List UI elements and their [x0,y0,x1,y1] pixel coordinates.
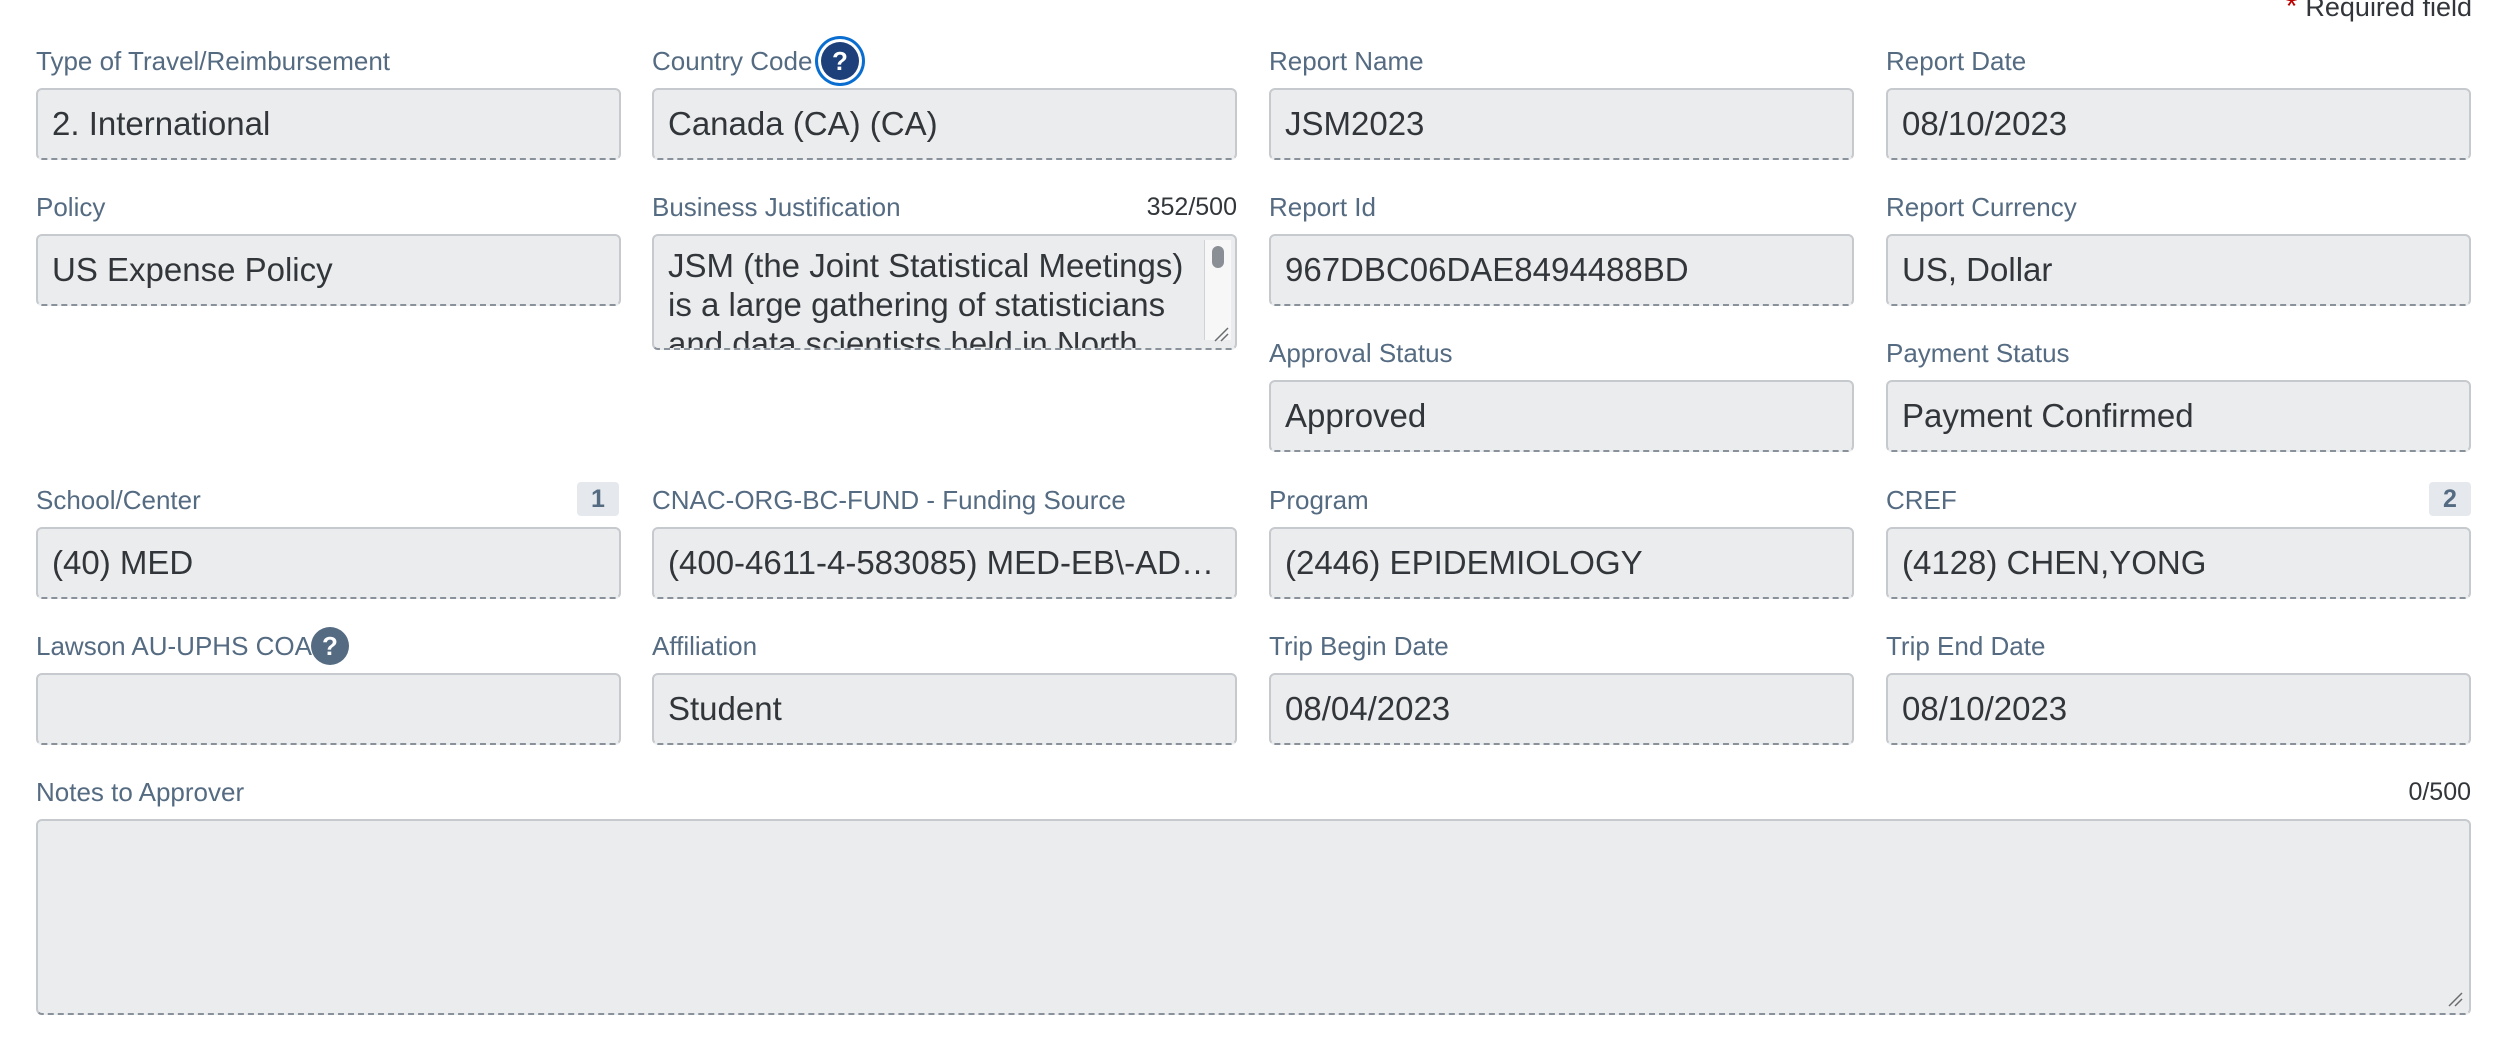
cref-field[interactable]: (4128) CHEN,YONG [1886,527,2471,599]
notes-to-approver-textarea[interactable] [36,819,2471,1015]
program-field[interactable]: (2446) EPIDEMIOLOGY [1269,527,1854,599]
school-center-label: School/Center [36,485,201,515]
cref-label: CREF [1886,485,1957,515]
business-justification-textarea[interactable]: JSM (the Joint Statistical Meetings) is … [652,234,1237,350]
funding-source-label: CNAC-ORG-BC-FUND - Funding Source [652,485,1126,515]
report-date-label: Report Date [1886,46,2027,76]
report-name-field[interactable]: JSM2023 [1269,88,1854,160]
textarea-scrollbar[interactable] [1204,240,1231,340]
travel-type-label: Type of Travel/Reimbursement [36,46,391,76]
question-mark-circle-icon[interactable]: ? [311,627,349,665]
notes-counter: 0/500 [2408,778,2471,806]
notes-to-approver-label: Notes to Approver [36,777,245,807]
required-field-note: * Required field [2286,0,2472,24]
trip-end-date-label: Trip End Date [1886,631,2046,661]
resize-handle-icon[interactable] [2447,991,2463,1007]
policy-field[interactable]: US Expense Policy [36,234,621,306]
affiliation-field[interactable]: Student [652,673,1237,745]
scroll-thumb[interactable] [1212,246,1224,268]
business-justification-label: Business Justification [652,192,901,222]
lawson-coa-label: Lawson AU-UPHS COA [36,631,312,661]
approval-status-field[interactable]: Approved [1269,380,1854,452]
notes-text [38,821,2469,831]
trip-begin-date-label: Trip Begin Date [1269,631,1449,661]
question-mark-circle-icon[interactable]: ? [821,42,859,80]
affiliation-label: Affiliation [652,631,758,661]
report-id-field[interactable]: 967DBC06DAE8494488BD [1269,234,1854,306]
business-justification-counter: 352/500 [1146,193,1237,221]
trip-begin-date-field[interactable]: 08/04/2023 [1269,673,1854,745]
country-code-field[interactable]: Canada (CA) (CA) [652,88,1237,160]
payment-status-field[interactable]: Payment Confirmed [1886,380,2471,452]
payment-status-label: Payment Status [1886,338,2070,368]
required-asterisk: * [2285,0,2298,23]
funding-source-field[interactable]: (400-4611-4-583085) MED-EB\-ADMIN [652,527,1237,599]
school-center-count-badge[interactable]: 1 [577,482,619,516]
travel-type-field[interactable]: 2. International [36,88,621,160]
report-date-field[interactable]: 08/10/2023 [1886,88,2471,160]
policy-label: Policy [36,192,106,222]
approval-status-label: Approval Status [1269,338,1453,368]
trip-end-date-field[interactable]: 08/10/2023 [1886,673,2471,745]
report-name-label: Report Name [1269,46,1424,76]
report-currency-field[interactable]: US, Dollar [1886,234,2471,306]
school-center-field[interactable]: (40) MED [36,527,621,599]
report-id-label: Report Id [1269,192,1376,222]
resize-handle-icon[interactable] [1213,326,1229,342]
business-justification-text: JSM (the Joint Statistical Meetings) is … [668,247,1184,350]
program-label: Program [1269,485,1369,515]
report-currency-label: Report Currency [1886,192,2077,222]
cref-count-badge[interactable]: 2 [2429,482,2471,516]
country-code-label: Country Code [652,46,813,76]
lawson-coa-field[interactable] [36,673,621,745]
